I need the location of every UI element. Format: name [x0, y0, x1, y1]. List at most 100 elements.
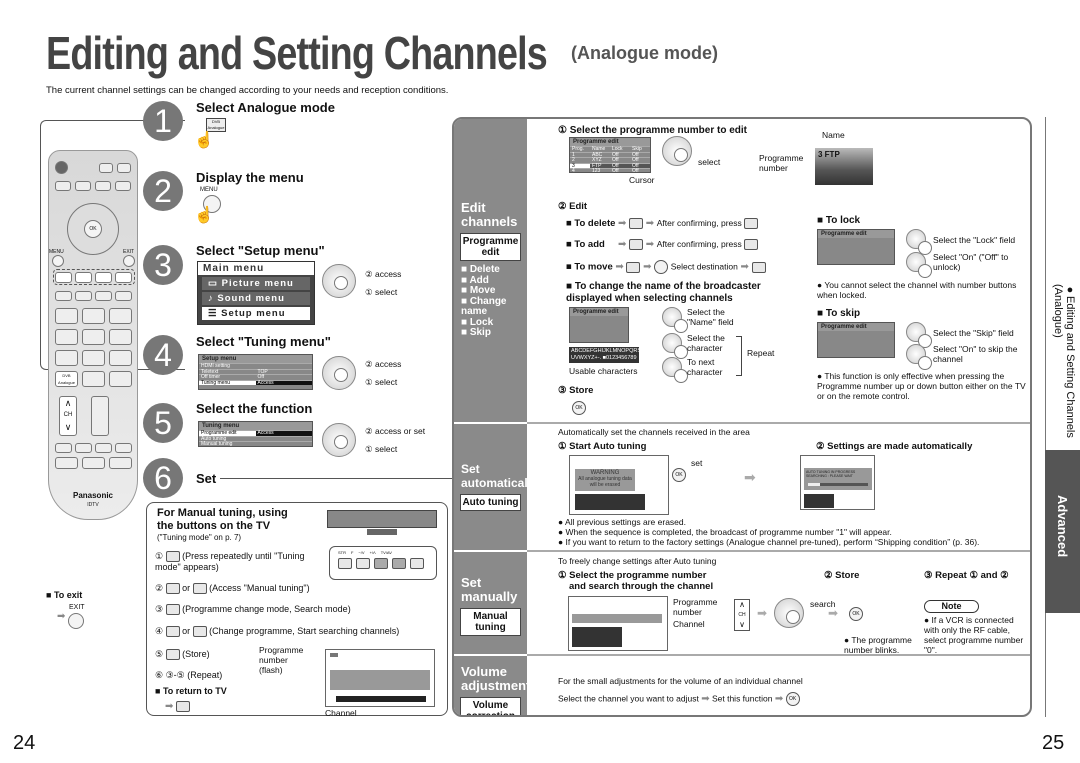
f-key[interactable] — [175, 701, 190, 713]
setup-icon: ☰ — [208, 308, 218, 319]
number-key[interactable] — [55, 350, 78, 366]
minus-key[interactable] — [165, 583, 180, 595]
ok-button[interactable]: OK — [572, 401, 586, 415]
green-key[interactable] — [75, 272, 92, 283]
number-key[interactable] — [82, 329, 105, 345]
tvav-key[interactable] — [165, 604, 180, 616]
tv-minus-button[interactable] — [374, 558, 388, 569]
remote-button[interactable] — [75, 291, 92, 301]
ok-button[interactable]: OK — [672, 468, 686, 482]
green-key[interactable] — [629, 239, 644, 250]
remote-button[interactable] — [109, 457, 132, 469]
exit-button[interactable] — [123, 255, 135, 267]
remote-button[interactable] — [55, 181, 71, 191]
manual-tuning-tab[interactable]: Manual tuning — [460, 608, 521, 636]
advanced-tab[interactable]: Advanced — [1045, 450, 1080, 613]
remote-button[interactable] — [95, 443, 112, 453]
remote-button[interactable] — [55, 457, 78, 469]
ok-button[interactable]: OK — [785, 692, 800, 706]
number-key[interactable] — [109, 329, 132, 345]
number-key[interactable] — [82, 308, 105, 324]
table-row[interactable]: 2 XYZ Off Off — [570, 157, 650, 163]
remote-button[interactable] — [115, 443, 132, 453]
remote-button[interactable] — [82, 457, 105, 469]
tv-f-button[interactable] — [356, 558, 370, 569]
table-title: Programme edit — [570, 308, 628, 316]
menu-row-label: Off timer — [201, 374, 221, 380]
number-key[interactable] — [82, 371, 105, 387]
exit-button[interactable] — [68, 613, 84, 629]
number-key[interactable] — [109, 308, 132, 324]
dpad-icon — [322, 264, 356, 298]
number-key[interactable] — [109, 350, 132, 366]
red-key[interactable] — [629, 218, 644, 229]
remote-button[interactable] — [95, 181, 111, 191]
lock-table-osd: Programme edit — [817, 229, 895, 265]
step-text: (Store) — [182, 649, 210, 659]
red-key[interactable] — [55, 272, 72, 283]
dpad-icon — [662, 357, 688, 383]
remote-button[interactable] — [115, 181, 131, 191]
programme-edit-tab[interactable]: Programme edit — [460, 233, 521, 261]
menu-item-picture[interactable]: ▭ Picture menu — [202, 277, 310, 290]
number-key[interactable] — [55, 329, 78, 345]
channel-rocker[interactable]: ∧ CH ∨ — [734, 599, 750, 631]
remote-button[interactable] — [75, 443, 92, 453]
arrow-right-icon: ➡ — [828, 606, 839, 620]
green-key[interactable] — [744, 239, 759, 250]
number-key[interactable] — [55, 308, 78, 324]
dvb-analogue-button[interactable]: DVB Analogue — [55, 371, 78, 387]
remote-button[interactable] — [55, 291, 72, 301]
str-key[interactable] — [165, 649, 180, 661]
volume-correction-tab[interactable]: Volume correction — [460, 697, 521, 715]
table-title: Programme edit — [570, 138, 650, 146]
remote-button[interactable] — [117, 163, 131, 173]
auto-tuning-progress-screen: AUTO TUNING IN PROGRESS SEARCHING : PLEA… — [800, 455, 875, 510]
yellow-key[interactable] — [626, 261, 641, 273]
skip-label: To skip — [825, 308, 861, 319]
minus-key[interactable] — [165, 626, 180, 638]
menu-item-sound[interactable]: ♪ Sound menu — [202, 292, 310, 305]
blue-key[interactable] — [115, 272, 132, 283]
setup-menu-header: Setup menu — [199, 355, 312, 363]
red-key[interactable] — [744, 218, 759, 229]
note-text: All previous settings are erased. — [565, 517, 686, 527]
channel-rocker[interactable]: ∧ CH ∨ — [59, 396, 77, 436]
step-text: (Programme change mode, Search mode) — [182, 604, 351, 614]
sidebar-set-automatically: Set automatically Auto tuning — [454, 462, 538, 515]
remote-button[interactable] — [115, 291, 132, 301]
move-instruction: ■ To move ➡ ➡ Select destination ➡ — [566, 260, 766, 274]
remote-button[interactable] — [75, 181, 91, 191]
power-button[interactable] — [55, 161, 68, 174]
usable-characters-label: Usable characters — [569, 366, 638, 376]
auto-tuning-tab[interactable]: Auto tuning — [460, 494, 521, 511]
f-key[interactable] — [165, 551, 180, 563]
plus-key[interactable] — [192, 626, 207, 638]
number-key[interactable] — [82, 350, 105, 366]
menu-item-setup[interactable]: ☰ Setup menu — [202, 307, 310, 320]
dpad-icon — [654, 260, 669, 274]
tv-plus-button[interactable] — [392, 558, 406, 569]
tv-str-button[interactable] — [338, 558, 352, 569]
function-panel: Edit channels Programme edit Delete Add … — [452, 117, 1032, 717]
number-key[interactable] — [109, 371, 132, 387]
remote-button[interactable] — [99, 163, 113, 173]
manual-step-1-line-2: and search through the channel — [569, 581, 714, 592]
volume-rocker[interactable] — [91, 396, 109, 436]
note-badge: Note — [924, 600, 979, 613]
menu-button[interactable] — [52, 255, 64, 267]
dpad-icon — [662, 307, 688, 333]
remote-button[interactable] — [95, 291, 112, 301]
tv-tvav-button[interactable] — [410, 558, 424, 569]
yellow-key[interactable] — [95, 272, 112, 283]
remote-button[interactable] — [55, 443, 72, 453]
table-row[interactable]: 4 123 Off Off — [570, 168, 650, 174]
manual-tuning-screen — [325, 649, 435, 707]
plus-key[interactable] — [192, 583, 207, 595]
ok-button[interactable]: OK — [84, 220, 102, 238]
tv-button-label: STR — [338, 550, 346, 555]
ok-button[interactable]: OK — [849, 607, 863, 621]
table-title: Programme edit — [818, 323, 894, 331]
menu-row-value: Access — [255, 431, 312, 436]
yellow-key[interactable] — [751, 261, 766, 273]
